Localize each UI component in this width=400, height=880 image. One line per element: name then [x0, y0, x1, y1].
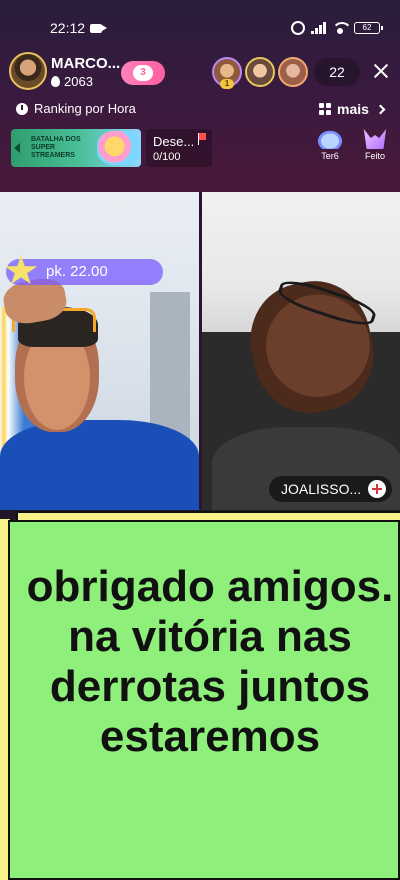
battery-icon: 62 — [354, 22, 383, 34]
wifi-icon — [332, 22, 352, 34]
status-bar: 22:12 62 — [0, 0, 400, 40]
event-label: Ter6 — [321, 151, 339, 161]
camera-icon — [90, 24, 107, 33]
host-shirt — [0, 420, 199, 510]
task-title: Dese... — [153, 134, 195, 149]
task-progress: 0/100 — [153, 151, 181, 163]
bunny-icon — [363, 129, 387, 149]
host-avatar[interactable] — [9, 52, 47, 90]
event-label: Feito — [364, 151, 385, 161]
heart-icon: 3 — [133, 65, 153, 81]
flag-icon — [198, 133, 206, 145]
chevron-right-icon — [375, 104, 386, 114]
add-icon[interactable] — [368, 480, 386, 498]
viewer-count[interactable]: 22 — [314, 58, 360, 86]
guest-video[interactable] — [202, 192, 400, 510]
task-widget[interactable]: Dese... 0/100 — [146, 129, 212, 167]
event-feito[interactable]: Feito — [355, 129, 395, 161]
guest-name: JOALISSO... — [281, 481, 362, 497]
battle-artwork — [97, 131, 141, 165]
viewer-avatar[interactable] — [278, 57, 308, 87]
cloud-icon — [316, 129, 344, 149]
message-text: obrigado amigos. na vitória nas derrotas… — [26, 562, 394, 761]
guest-name-tag[interactable]: JOALISSO... — [269, 476, 392, 502]
more-button[interactable]: mais — [319, 101, 386, 117]
more-label: mais — [337, 101, 369, 117]
viewer-avatar[interactable] — [245, 57, 275, 87]
close-icon[interactable] — [370, 60, 392, 82]
host-name[interactable]: MARCO... — [51, 55, 120, 72]
event-ter6[interactable]: Ter6 — [310, 129, 350, 161]
host-fans-count: 2063 — [64, 74, 93, 89]
chevron-left-icon — [14, 143, 20, 153]
rank-badge: 1 — [220, 79, 234, 89]
host-video[interactable]: pk. 22.00 — [0, 192, 199, 510]
status-icons: 62 — [291, 20, 383, 36]
alarm-icon — [291, 21, 305, 35]
host-fans: 2063 — [51, 74, 93, 89]
ranking-button[interactable]: Ranking por Hora — [16, 101, 136, 116]
follow-button[interactable]: 3 — [121, 61, 165, 85]
ranking-label: Ranking por Hora — [34, 101, 136, 116]
battle-banner-text: BATALHA DOS SUPER STREAMERS — [31, 136, 81, 159]
clock-icon — [16, 102, 28, 115]
grid-icon — [319, 103, 331, 115]
signal-icon — [311, 22, 326, 34]
status-time: 22:12 — [50, 20, 86, 36]
flame-icon — [51, 76, 60, 87]
battle-banner[interactable]: BATALHA DOS SUPER STREAMERS — [11, 129, 141, 167]
